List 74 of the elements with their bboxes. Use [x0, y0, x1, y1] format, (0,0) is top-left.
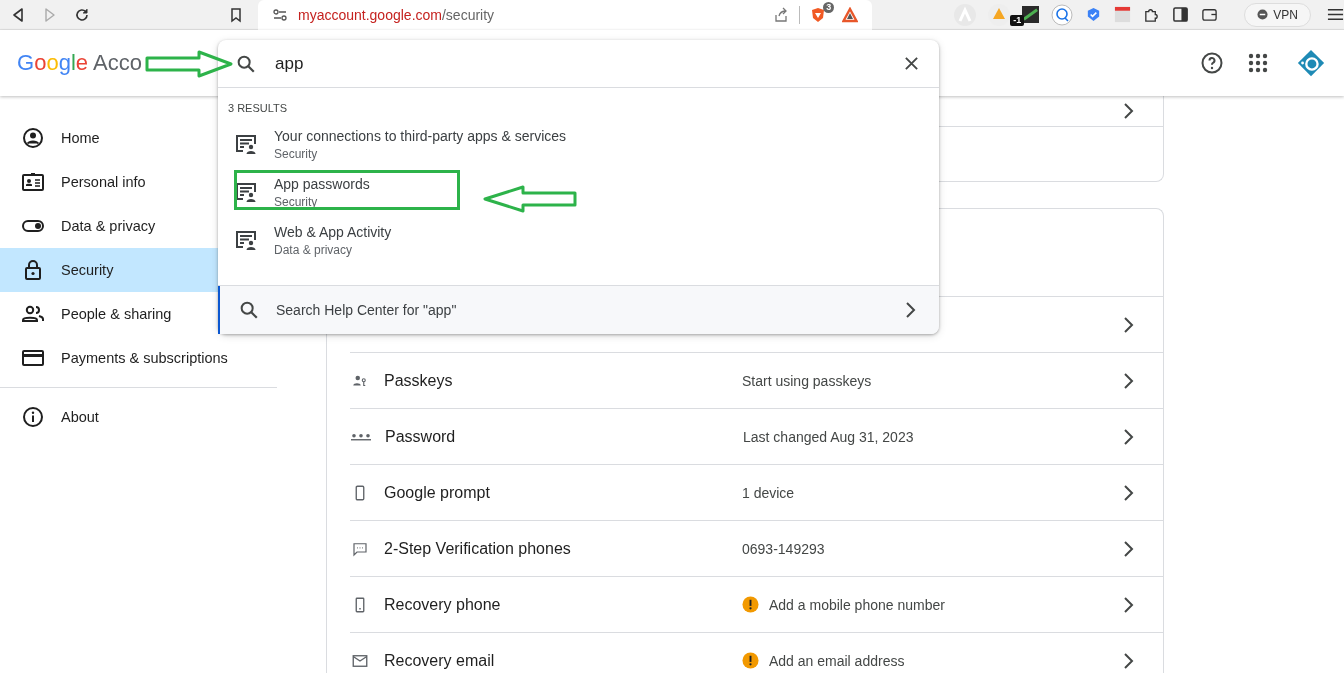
settings-row[interactable]: Recovery email Add an email address [350, 632, 1163, 673]
document-person-icon [234, 228, 258, 252]
chevron-right-icon [1123, 427, 1135, 446]
sidebar-icon[interactable] [1172, 6, 1190, 23]
search-result[interactable]: Your connections to third-party apps & services Security [218, 120, 939, 168]
apps-grid-icon[interactable] [1246, 51, 1270, 75]
share-icon[interactable] [773, 6, 790, 23]
row-value: Add an email address [769, 652, 905, 669]
row-label: Password [385, 427, 457, 446]
chevron-right-icon [1123, 595, 1135, 614]
result-section: Security [274, 194, 370, 209]
chevron-right-icon [905, 301, 917, 319]
row-label: Passkeys [384, 371, 454, 390]
warning-icon [742, 596, 759, 613]
row-value: Start using passkeys [742, 372, 872, 389]
puzzle-icon[interactable] [1143, 6, 1161, 23]
result-title: Your connections to third-party apps & services [274, 127, 567, 144]
bookmark-icon[interactable] [228, 6, 244, 23]
chevron-right-icon [1123, 483, 1135, 502]
document-person-icon [234, 180, 258, 204]
address-bar[interactable]: myaccount.google.com/security 3 [258, 0, 873, 30]
row-value: Add a mobile phone number [769, 596, 945, 613]
settings-row[interactable]: Recovery phone Add a mobile phone number [350, 576, 1163, 632]
result-section: Security [274, 146, 567, 161]
help-icon[interactable] [1200, 51, 1224, 75]
asterisks-icon [351, 432, 371, 441]
settings-row[interactable]: Passkeys Start using passkeys [350, 352, 1163, 408]
chevron-right-icon [1123, 315, 1135, 334]
account-circle-icon [21, 126, 45, 150]
sidebar-item[interactable]: Payments & subscriptions [0, 336, 277, 380]
row-value: 1 device [742, 484, 795, 501]
row-value: Last changed Aug 31, 2023 [743, 428, 914, 445]
row-label: Google prompt [384, 483, 491, 502]
result-title: App passwords [274, 175, 370, 192]
results-count: 3 RESULTS [227, 102, 289, 114]
result-title: Web & App Activity [274, 223, 392, 240]
chevron-right-icon [1123, 101, 1135, 120]
settings-row[interactable]: 2-Step Verification phones 0693-149293 [350, 520, 1163, 576]
menu-icon[interactable] [1327, 6, 1344, 23]
notification-badge: 3 [823, 1, 835, 13]
url-text: myaccount.google.com/security [298, 6, 495, 23]
close-icon[interactable] [904, 56, 919, 71]
settings-row[interactable]: Password Last changed Aug 31, 2023 [350, 408, 1163, 464]
document-person-icon [234, 132, 258, 156]
wallet-icon[interactable] [1201, 6, 1219, 23]
extension-icon[interactable] [1022, 6, 1040, 23]
id-card-icon [21, 170, 45, 194]
settings-row[interactable]: Google prompt 1 device [350, 464, 1163, 520]
info-icon [21, 405, 45, 429]
notification-badge: -1 [1010, 14, 1025, 26]
result-section: Data & privacy [274, 242, 392, 257]
search-result[interactable]: App passwords Security [218, 168, 939, 216]
lion-shield-icon[interactable] [810, 6, 827, 23]
sidebar-item[interactable]: About [0, 395, 277, 439]
warning-icon [742, 652, 759, 669]
vpn-button[interactable]: VPN [1244, 2, 1311, 27]
chevron-right-icon [1123, 539, 1135, 558]
search-icon [238, 299, 260, 321]
row-value: 0693-149293 [742, 540, 825, 557]
block-icon [1257, 9, 1269, 20]
row-label: Recovery email [384, 651, 496, 670]
triangle-icon[interactable] [842, 6, 859, 23]
google-account-logo[interactable]: Google Acco [17, 50, 142, 76]
search-input[interactable]: app [275, 53, 886, 74]
calendar-extension-icon[interactable] [1114, 6, 1132, 23]
row-label: Recovery phone [384, 595, 502, 614]
avatar-icon[interactable] [1296, 48, 1326, 78]
chevron-right-icon [1123, 651, 1135, 670]
row-label: 2-Step Verification phones [384, 539, 572, 558]
magnifier-extension-icon[interactable] [1051, 3, 1074, 26]
reload-icon[interactable] [74, 6, 90, 23]
site-settings-icon[interactable] [272, 6, 288, 23]
back-icon[interactable] [10, 6, 26, 23]
chevron-right-icon [1123, 371, 1135, 390]
